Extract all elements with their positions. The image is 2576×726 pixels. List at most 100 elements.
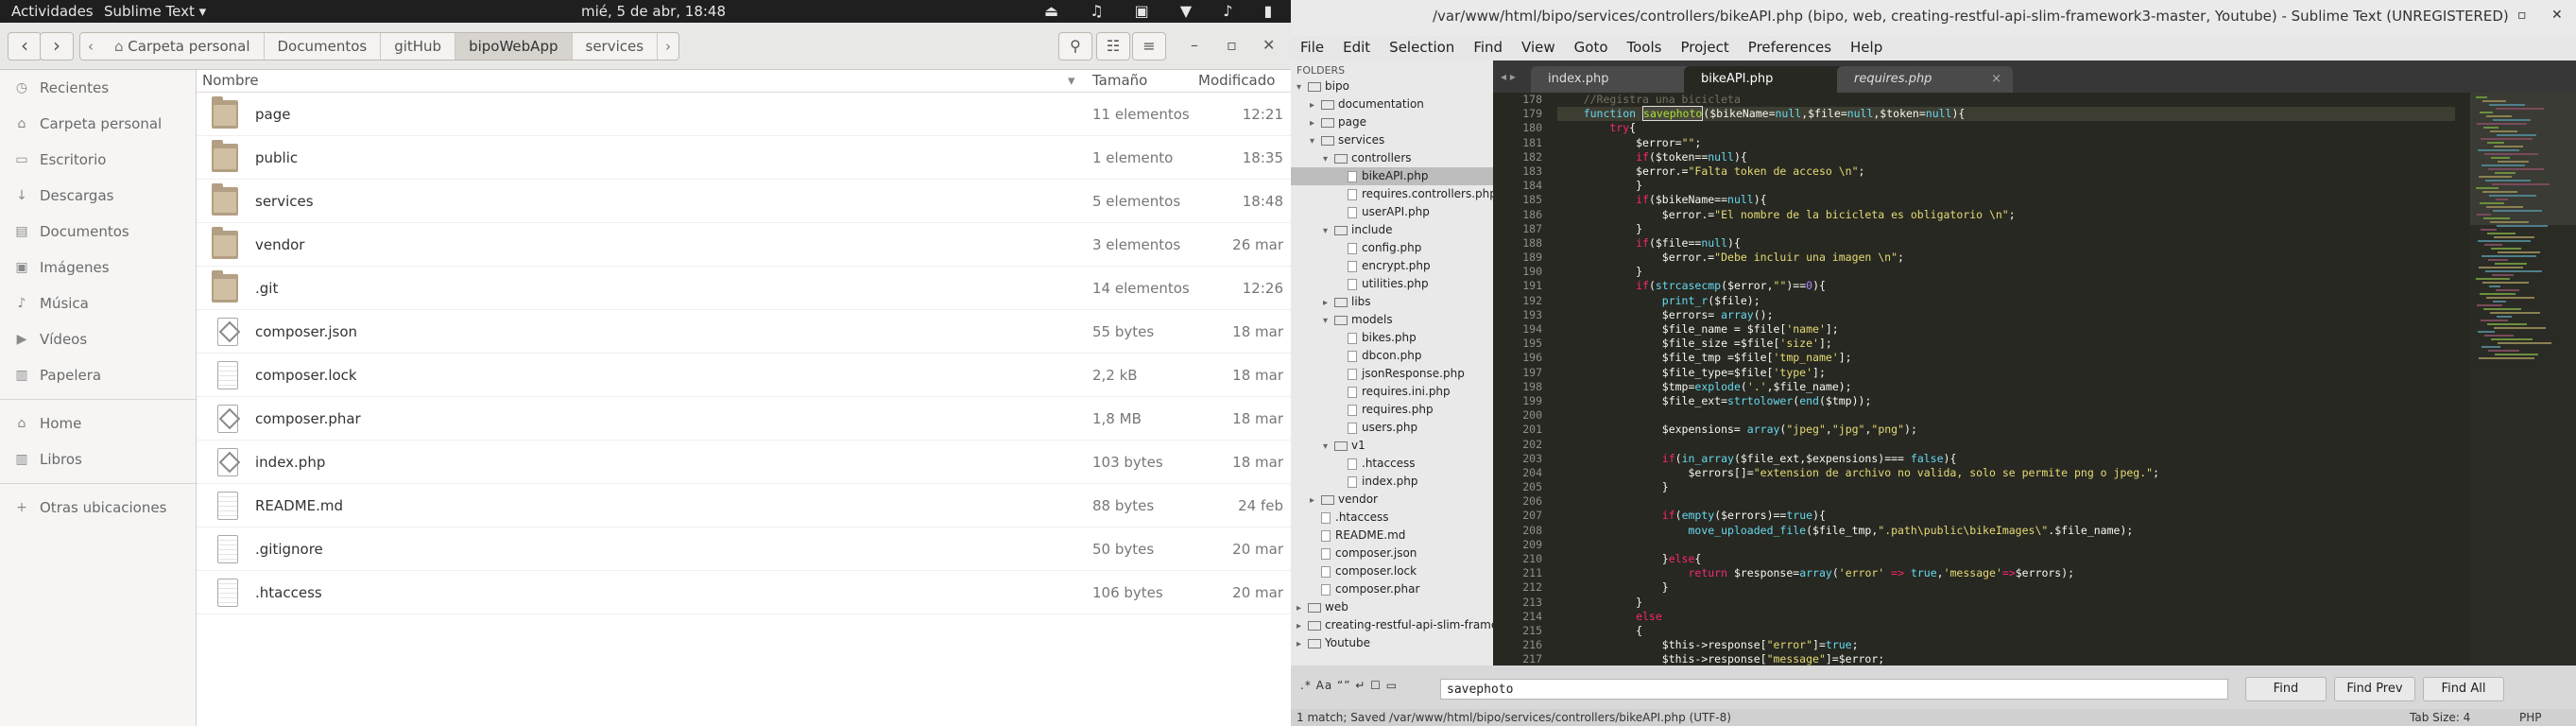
sidebar-item[interactable]: ▥ Papelera [0, 357, 196, 393]
minimize-button[interactable]: – [2483, 8, 2490, 23]
editor-tab[interactable]: bikeAPI.php× [1684, 66, 1860, 93]
sidebar-file[interactable]: bikeAPI.php [1291, 167, 1493, 185]
menu-item[interactable]: Project [1671, 36, 1738, 60]
sidebar-item[interactable]: ↓ Descargas [0, 178, 196, 214]
file-row[interactable]: vendor 3 elementos 26 mar [197, 223, 1291, 267]
sidebar-file[interactable]: composer.json [1291, 544, 1493, 562]
search-button[interactable]: ⚲ [1058, 32, 1092, 60]
sidebar-item[interactable]: ♪ Música [0, 285, 196, 321]
sidebar-file[interactable]: .htaccess [1291, 509, 1493, 527]
menu-item[interactable]: Selection [1380, 36, 1464, 60]
file-row[interactable]: composer.json 55 bytes 18 mar [197, 310, 1291, 354]
breadcrumb-item[interactable]: services [573, 33, 659, 60]
sidebar-item[interactable]: ▤ Documentos [0, 214, 196, 250]
forward-button[interactable]: › [40, 32, 74, 60]
code-line[interactable]: $file_ext=strtolower(end($tmp)); [1557, 394, 2455, 408]
code-line[interactable]: if(in_array($file_ext,$expensions)=== fa… [1557, 452, 2455, 466]
sidebar-item[interactable]: ▣ Imágenes [0, 250, 196, 285]
code-line[interactable]: //Registra una bicicleta [1557, 93, 2455, 107]
sidebar-file[interactable]: jsonResponse.php [1291, 365, 1493, 383]
editor-tab[interactable]: index.php× [1531, 66, 1707, 93]
breadcrumb-item[interactable]: Documentos [265, 33, 382, 60]
code-line[interactable]: $file_name = $file['name']; [1557, 322, 2455, 337]
code-line[interactable]: if(empty($errors)==true){ [1557, 509, 2455, 523]
file-row[interactable]: composer.lock 2,2 kB 18 mar [197, 354, 1291, 397]
file-row[interactable]: page 11 elementos 12:21 [197, 93, 1291, 136]
sidebar-file[interactable]: utilities.php [1291, 275, 1493, 293]
sidebar-item[interactable]: ◷ Recientes [0, 70, 196, 106]
file-row[interactable]: services 5 elementos 18:48 [197, 180, 1291, 223]
code-line[interactable]: if($file==null){ [1557, 236, 2455, 251]
sidebar-file[interactable]: README.md [1291, 527, 1493, 544]
code-line[interactable]: print_r($file); [1557, 294, 2455, 308]
sidebar-folder[interactable]: ▾ bipo [1291, 78, 1493, 95]
tab-close-icon[interactable]: × [1991, 72, 2001, 86]
code-line[interactable]: $error.="Debe incluir una imagen \n"; [1557, 251, 2455, 265]
code-line[interactable]: } [1557, 480, 2455, 494]
sort-indicator-icon[interactable]: ▾ [1068, 72, 1075, 89]
code-line[interactable]: } [1557, 580, 2455, 595]
menu-item[interactable]: Tools [1618, 36, 1672, 60]
file-row[interactable]: composer.phar 1,8 MB 18 mar [197, 397, 1291, 441]
sidebar-file[interactable]: config.php [1291, 239, 1493, 257]
minimap[interactable] [2470, 93, 2576, 666]
code-line[interactable]: $errors[]="extension de archivo no valid… [1557, 466, 2455, 480]
code-line[interactable] [1557, 494, 2455, 509]
file-row[interactable]: .git 14 elementos 12:26 [197, 267, 1291, 310]
sidebar-file[interactable]: requires.php [1291, 401, 1493, 419]
sidebar-folder[interactable]: ▸ Youtube [1291, 634, 1493, 652]
menu-item[interactable]: File [1291, 36, 1333, 60]
sidebar-file[interactable]: composer.phar [1291, 580, 1493, 598]
code-line[interactable]: try{ [1557, 121, 2455, 135]
clock[interactable]: mié, 5 de abr, 18:48 [581, 3, 726, 20]
code-line[interactable]: $file_type=$file['type']; [1557, 366, 2455, 380]
view-options-button[interactable]: ☷ [1096, 32, 1130, 60]
sidebar-folder[interactable]: ▾ models [1291, 311, 1493, 329]
find-input[interactable] [1440, 679, 2228, 700]
sidebar-folder[interactable]: ▸ vendor [1291, 491, 1493, 509]
activities-button[interactable]: Actividades [11, 3, 94, 20]
code-line[interactable]: $error=""; [1557, 136, 2455, 150]
code-line[interactable]: function savephoto($bikeName=null,$file=… [1557, 106, 2455, 122]
code-line[interactable]: if(strcasecmp($error,"")==0){ [1557, 279, 2455, 293]
sidebar-folder[interactable]: ▾ controllers [1291, 149, 1493, 167]
sidebar-file[interactable]: users.php [1291, 419, 1493, 437]
sidebar-item[interactable]: + Otras ubicaciones [0, 490, 196, 526]
code-line[interactable] [1557, 438, 2455, 452]
breadcrumb-item[interactable]: bipoWebApp [455, 33, 573, 60]
sidebar-item[interactable]: ⌂ Home [0, 406, 196, 441]
sidebar-folder[interactable]: ▾ services [1291, 131, 1493, 149]
breadcrumb-item[interactable]: ⌂ Carpeta personal [101, 33, 265, 60]
code-line[interactable]: if($token==null){ [1557, 150, 2455, 164]
menu-button[interactable]: ≡ [1132, 32, 1166, 60]
code-line[interactable]: $errors= array(); [1557, 308, 2455, 322]
code-line[interactable]: } [1557, 222, 2455, 236]
menu-item[interactable]: Edit [1333, 36, 1380, 60]
editor-tab[interactable]: requires.php × [1837, 66, 2013, 93]
code-line[interactable]: $this->response["message"]=$error; [1557, 652, 2455, 666]
minimize-button[interactable]: – [1191, 36, 1198, 54]
sidebar-file[interactable]: dbcon.php [1291, 347, 1493, 365]
sidebar-file[interactable]: userAPI.php [1291, 203, 1493, 221]
system-tray-icons[interactable]: ⏏ ♫ ▣ ▼ ♪ ▮ ⏻ [1044, 2, 1329, 21]
file-row[interactable]: .htaccess 106 bytes 20 mar [197, 571, 1291, 614]
find-option-toggles[interactable]: .* Aa “” ↵ ☐ ▭ [1300, 679, 1398, 692]
maximize-button[interactable]: ▫ [2517, 8, 2527, 23]
column-size[interactable]: Tamaño [1092, 72, 1147, 89]
code-area[interactable]: //Registra una bicicleta function saveph… [1557, 93, 2455, 666]
code-line[interactable]: } [1557, 265, 2455, 279]
find-prev-button[interactable]: Find Prev [2334, 677, 2415, 701]
code-editor[interactable]: 178 179 180 181 182 183 184 185 186 187 188 189 190 1… [1493, 93, 2576, 666]
code-line[interactable]: else [1557, 610, 2455, 624]
file-row[interactable]: public 1 elemento 18:35 [197, 136, 1291, 180]
file-row[interactable]: index.php 103 bytes 18 mar [197, 441, 1291, 484]
menu-item[interactable]: Help [1841, 36, 1892, 60]
sidebar-file[interactable]: .htaccess [1291, 455, 1493, 473]
code-line[interactable]: { [1557, 624, 2455, 638]
code-line[interactable]: return $response=array('error' => true,'… [1557, 566, 2455, 580]
menu-item[interactable]: View [1512, 36, 1565, 60]
code-line[interactable]: $file_tmp =$file['tmp_name']; [1557, 351, 2455, 365]
sidebar-item[interactable]: ▶ Vídeos [0, 321, 196, 357]
code-line[interactable]: }else{ [1557, 552, 2455, 566]
code-line[interactable]: $expensions= array("jpeg","jpg","png"); [1557, 423, 2455, 437]
